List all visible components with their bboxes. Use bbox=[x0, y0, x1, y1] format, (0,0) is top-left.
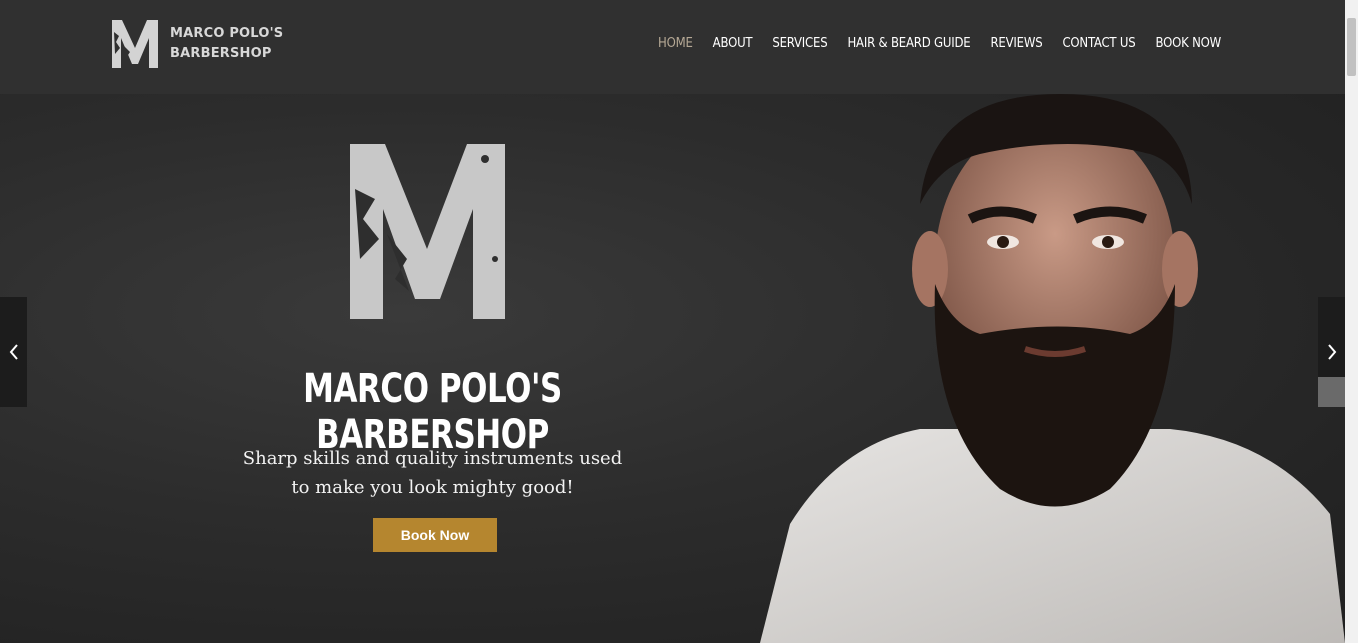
nav-hair-beard-guide[interactable]: HAIR & BEARD GUIDE bbox=[847, 33, 970, 55]
logo-text: MARCO POLO'S BARBERSHOP bbox=[170, 24, 283, 64]
nav-contact-us[interactable]: CONTACT US bbox=[1062, 33, 1135, 55]
main-nav: HOME ABOUT SERVICES HAIR & BEARD GUIDE R… bbox=[658, 33, 1221, 55]
hero-logo-m-icon bbox=[350, 144, 505, 319]
nav-about[interactable]: ABOUT bbox=[713, 33, 753, 55]
nav-book-now[interactable]: BOOK NOW bbox=[1155, 33, 1221, 55]
slider-prev-button[interactable] bbox=[0, 297, 27, 407]
site-header: MARCO POLO'S BARBERSHOP HOME ABOUT SERVI… bbox=[0, 0, 1345, 95]
nav-reviews[interactable]: REVIEWS bbox=[990, 33, 1042, 55]
chevron-left-icon bbox=[9, 344, 18, 360]
logo-line1: MARCO POLO'S bbox=[170, 26, 284, 41]
site-logo[interactable]: MARCO POLO'S BARBERSHOP bbox=[110, 18, 283, 70]
logo-line2: BARBERSHOP bbox=[170, 46, 272, 61]
hero-subtitle-line2: to make you look mighty good! bbox=[291, 477, 574, 498]
chevron-right-icon bbox=[1327, 344, 1336, 360]
nav-services[interactable]: SERVICES bbox=[772, 33, 827, 55]
logo-m-icon bbox=[112, 20, 158, 68]
hero-photo bbox=[760, 94, 1345, 643]
page-scrollbar[interactable] bbox=[1345, 0, 1358, 643]
hero-subtitle: Sharp skills and quality instruments use… bbox=[200, 444, 665, 502]
hero-subtitle-line1: Sharp skills and quality instruments use… bbox=[242, 448, 623, 469]
book-now-button[interactable]: Book Now bbox=[373, 518, 497, 552]
slider-next-shade bbox=[1318, 377, 1345, 407]
scrollbar-thumb[interactable] bbox=[1347, 18, 1356, 76]
slider-next-button[interactable] bbox=[1318, 297, 1345, 407]
nav-home[interactable]: HOME bbox=[658, 33, 693, 55]
hero-slider: MARCO POLO'S BARBERSHOP Sharp skills and… bbox=[0, 94, 1345, 643]
